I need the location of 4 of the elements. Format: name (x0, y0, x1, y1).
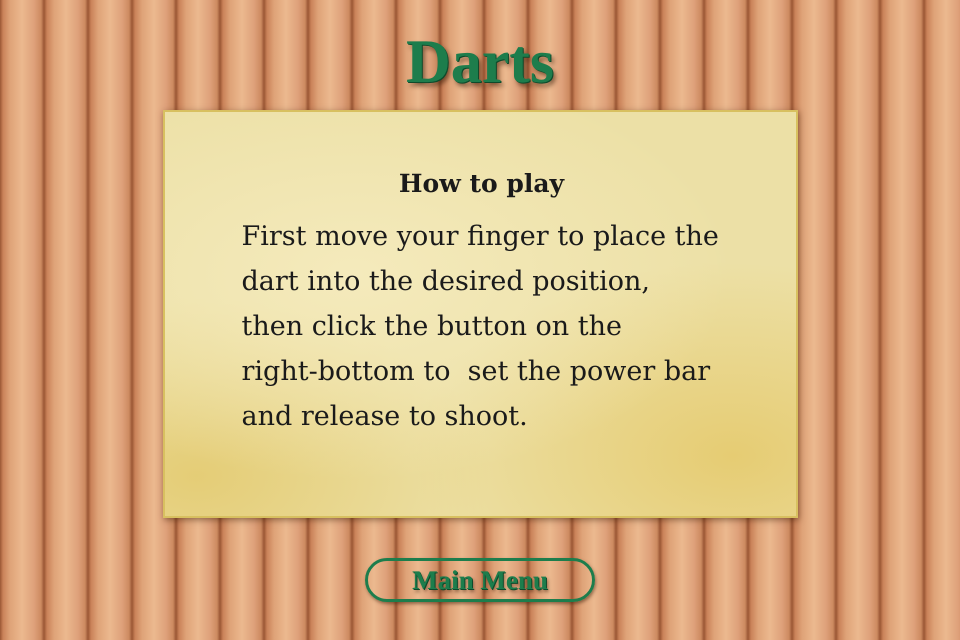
instructions-text: First move your finger to place the dart into the desired position, then click the button on the right-bottom to set the power bar and release to shoot. (242, 220, 720, 434)
how-to-play-heading: How to play (398, 168, 566, 200)
game-title: Darts (406, 27, 554, 98)
main-menu-button[interactable]: Main Menu (365, 558, 595, 602)
